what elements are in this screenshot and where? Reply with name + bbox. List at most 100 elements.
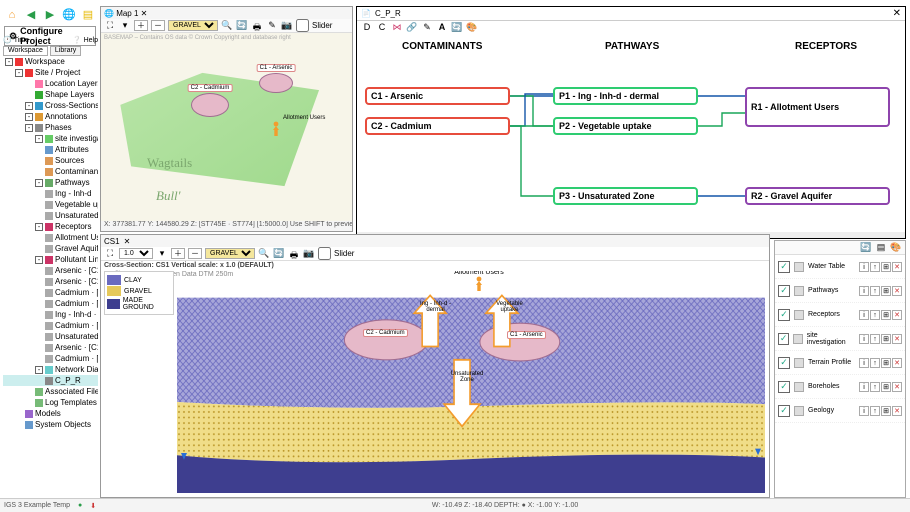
layer-name[interactable]: Receptors [808,311,840,318]
layer-up-icon[interactable]: ↑ [870,334,880,344]
layer-info-icon[interactable]: i [859,358,869,368]
dropdown-icon[interactable]: ▾ [119,20,131,32]
layer-visibility-checkbox[interactable]: ✓ [778,381,790,393]
tree-node[interactable]: C_P_R [3,375,98,386]
pen-icon[interactable]: ✎ [421,22,433,34]
cpr-node-r2[interactable]: R2 - Gravel Aquifer [745,187,890,205]
layer-up-icon[interactable]: ↑ [870,382,880,392]
cs-tab[interactable]: CS1 [104,237,120,246]
camera-icon[interactable]: 📷 [281,20,293,32]
layer-info-icon[interactable]: i [859,406,869,416]
cpr-tab-label[interactable]: C_P_R [375,9,401,18]
tree-node[interactable]: -Pollutant Linka [3,254,98,265]
layer-name[interactable]: Pathways [808,287,838,294]
cpr-node-r1[interactable]: R1 - Allotment Users [745,87,890,127]
dropdown-icon[interactable]: ▾ [156,248,168,260]
tree-node[interactable]: Cadmium · [C2 [3,287,98,298]
layer-up-icon[interactable]: ↑ [870,286,880,296]
tool-d-icon[interactable]: D [361,22,373,34]
tree-node[interactable]: Allotment Use [3,232,98,243]
zoom-icon[interactable]: 🔍 [258,248,270,260]
refresh-icon[interactable]: 🔄 [860,242,872,254]
tree-node[interactable]: Ing - Inh-d [3,188,98,199]
tree-node[interactable]: Attributes [3,144,98,155]
layer-up-icon[interactable]: ↑ [870,358,880,368]
cpr-node-p1[interactable]: P1 - Ing - Inh-d - dermal [553,87,698,105]
layer-visibility-checkbox[interactable]: ✓ [778,261,790,273]
help-link[interactable]: ❔ Help [73,34,98,46]
tab-library[interactable]: Library [50,46,81,56]
print-icon[interactable]: 🖶 [288,248,300,260]
map-tab[interactable]: 🌐 Map 1 ✕ [104,9,147,18]
tree-node[interactable]: Unsaturated Z [3,331,98,342]
tree-node[interactable]: Gravel Aquife [3,243,98,254]
layer-name[interactable]: Boreholes [808,383,840,390]
camera-icon[interactable]: 📷 [303,248,315,260]
contaminant-blob-c1[interactable]: C1 - Arsenic [259,73,293,93]
print-icon[interactable]: 🖶 [251,20,263,32]
plus-button[interactable]: ＋ [171,248,185,259]
cpr-canvas[interactable]: CONTAMINANTS PATHWAYS RECEPTORS C1 - Ars… [357,35,895,232]
tree-node[interactable]: Cadmium · [C2 [3,298,98,309]
tree-node[interactable]: -Pathways [3,177,98,188]
tree-node[interactable]: -Site / Project [3,67,98,78]
layer-delete-icon[interactable]: ✕ [892,382,902,392]
link-icon[interactable]: 🔗 [406,22,418,34]
tree-node[interactable]: Cadmium · [C2 [3,353,98,364]
cpr-node-p3[interactable]: P3 - Unsaturated Zone [553,187,698,205]
nav-left-icon[interactable]: ◀ [23,7,39,23]
cpr-node-c1[interactable]: C1 - Arsenic [365,87,510,105]
tree-node[interactable]: -Annotations [3,111,98,122]
layer-visibility-checkbox[interactable]: ✓ [778,285,790,297]
layer-name[interactable]: Terrain Profile [808,359,851,366]
tree-node[interactable]: System Objects [3,419,98,430]
tree-node[interactable]: -Receptors [3,221,98,232]
layer-icon[interactable]: ▤ [80,7,96,23]
tree-node[interactable]: Arsenic · [C1] [3,342,98,353]
expand-icon[interactable]: ⛶ [104,248,116,260]
layer-visibility-checkbox[interactable]: ✓ [778,309,790,321]
close-icon[interactable]: ✕ [893,8,901,19]
layer-visibility-checkbox[interactable]: ✓ [778,333,789,345]
layer-visibility-checkbox[interactable]: ✓ [778,357,790,369]
time-link[interactable]: 🕐 Time [3,34,29,46]
layer-delete-icon[interactable]: ✕ [892,262,902,272]
contaminant-blob-c2[interactable]: C2 - Cadmium [191,93,229,117]
layer-expand-icon[interactable]: ⊞ [881,334,891,344]
edit-icon[interactable]: ✎ [266,20,278,32]
plus-button[interactable]: ＋ [134,20,148,31]
layer-info-icon[interactable]: i [859,262,869,272]
refresh-icon[interactable]: 🔄 [273,248,285,260]
layer-name[interactable]: Water Table [808,263,845,270]
layer-delete-icon[interactable]: ✕ [892,334,902,344]
layer-delete-icon[interactable]: ✕ [892,286,902,296]
layer-name[interactable]: Geology [808,407,834,414]
palette-icon[interactable]: 🎨 [890,242,902,254]
cs-canvas[interactable]: Allotment Users Ing - Inh-d -dermal Vege… [177,271,765,493]
layer-expand-icon[interactable]: ⊞ [881,382,891,392]
tree-node[interactable]: Location Layers [3,78,98,89]
tree-node[interactable]: Shape Layers [3,89,98,100]
layer-info-icon[interactable]: i [859,382,869,392]
tree-node[interactable]: Cadmium · [C2 [3,320,98,331]
tab-workspace[interactable]: Workspace [3,46,48,56]
tree-node[interactable]: Contaminants [3,166,98,177]
home-icon[interactable]: ⌂ [4,7,20,23]
minus-button[interactable]: － [188,248,202,259]
tree-node[interactable]: Log Templates [3,397,98,408]
tree-node[interactable]: Sources [3,155,98,166]
tree-node[interactable]: Associated Files [3,386,98,397]
layer-up-icon[interactable]: ↑ [870,262,880,272]
layer-info-icon[interactable]: i [859,286,869,296]
minus-button[interactable]: － [151,20,165,31]
refresh-icon[interactable]: 🔄 [451,22,463,34]
tree-node[interactable]: Arsenic · [C1] [3,276,98,287]
tree-node[interactable]: -Phases [3,122,98,133]
layer-delete-icon[interactable]: ✕ [892,358,902,368]
scale-select[interactable]: 1.0 [119,248,153,259]
layer-up-icon[interactable]: ↑ [870,310,880,320]
tree-node[interactable]: -site investigation [3,133,98,144]
tool-c-icon[interactable]: C [376,22,388,34]
tree-node[interactable]: -Workspace [3,56,98,67]
tree-node[interactable]: -Network Diagr [3,364,98,375]
